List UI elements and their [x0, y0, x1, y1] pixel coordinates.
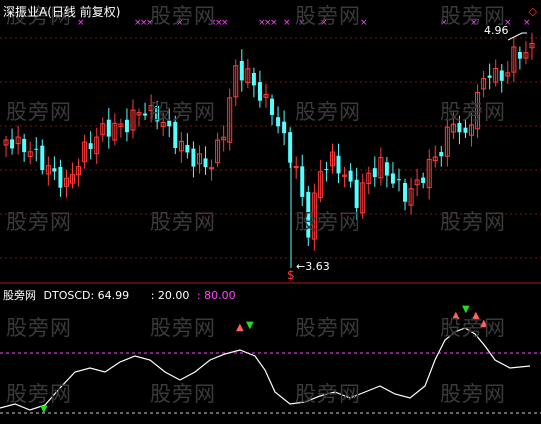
- indicator-legend: 股旁网 DTOSCD: 64.99 : 20.00 : 80.00: [3, 287, 240, 303]
- candle-body-down: [52, 168, 57, 172]
- candle-body-down: [282, 121, 287, 134]
- signal-x-icon: ×: [221, 18, 229, 28]
- candle-body-down: [463, 127, 468, 133]
- watermark: 股旁网: [6, 316, 72, 340]
- watermark: 股旁网: [440, 100, 506, 124]
- signal-x-icon: ×: [283, 18, 291, 28]
- chart-title: 深振业A(日线 前复权): [3, 3, 120, 20]
- indicator-name: DTOSCD: 64.99: [43, 289, 130, 302]
- watermark: 股旁网: [150, 4, 216, 28]
- candle-body-down: [124, 119, 129, 133]
- watermark: 股旁网: [440, 382, 506, 406]
- level-20-label: : 20.00: [150, 289, 190, 302]
- stock-name: 深振业A: [3, 5, 48, 19]
- watermark: 股旁网: [150, 382, 216, 406]
- candle-body-down: [384, 162, 389, 176]
- candle-body-down: [300, 166, 305, 197]
- watermark: 股旁网: [295, 100, 361, 124]
- period-mode: (日线 前复权): [47, 5, 121, 19]
- low-price-label: ←3.63: [296, 260, 330, 273]
- candle-body-down: [390, 173, 395, 184]
- candle-body-down: [487, 75, 492, 78]
- candle-body-down: [40, 145, 45, 171]
- candle-body-down: [239, 60, 244, 81]
- candle-body-down: [58, 166, 63, 188]
- level-80-label: : 80.00: [196, 289, 236, 302]
- watermark: 股旁网: [440, 210, 506, 234]
- candle-body-down: [348, 170, 353, 182]
- high-arrow: [507, 32, 527, 41]
- signal-arrow-icon: ▲: [236, 322, 244, 333]
- candle-body-down: [336, 155, 341, 174]
- watermark: 股旁网: [6, 100, 72, 124]
- candle-body-down: [403, 182, 408, 202]
- candle-body-down: [191, 148, 196, 167]
- candle-body-down: [439, 152, 444, 157]
- candle-body-down: [22, 138, 27, 153]
- candle-body-down: [499, 70, 504, 81]
- watermark: 股旁网: [150, 100, 216, 124]
- candle-body-down: [288, 132, 293, 163]
- signal-arrow-icon: ▼: [246, 320, 254, 331]
- candle-body-down: [396, 179, 401, 181]
- low-marker-icon: $: [287, 268, 295, 282]
- candle-body-down: [203, 158, 208, 168]
- signal-x-icon: ×: [360, 18, 368, 28]
- candle-body-down: [10, 139, 15, 149]
- watermark: 股旁网: [6, 210, 72, 234]
- candle-body-down: [276, 117, 281, 127]
- indicator-source: 股旁网: [3, 289, 36, 302]
- candle-body-down: [143, 113, 148, 116]
- watermark: 股旁网: [6, 382, 72, 406]
- candle-body-down: [251, 72, 256, 86]
- watermark: 股旁网: [295, 210, 361, 234]
- candle-body-down: [324, 169, 329, 171]
- watermark: 股旁网: [150, 316, 216, 340]
- candle-body-down: [185, 145, 190, 153]
- corner-diamond-icon[interactable]: ◇: [529, 5, 537, 18]
- candle-body-down: [372, 168, 377, 178]
- signal-x-icon: ×: [270, 18, 278, 28]
- watermark: 股旁网: [150, 210, 216, 234]
- low-price-value: 3.63: [305, 260, 330, 273]
- candle-body-down: [106, 119, 111, 137]
- candle-body-down: [88, 143, 93, 149]
- high-price-label: 4.96: [484, 24, 509, 37]
- candle-body-down: [354, 179, 359, 208]
- candle-body-down: [421, 177, 426, 183]
- candle-body-down: [34, 148, 39, 150]
- watermark: 股旁网: [440, 316, 506, 340]
- candle-body-down: [270, 98, 275, 115]
- candle-body-down: [517, 51, 522, 59]
- candle-body-down: [257, 82, 262, 101]
- signal-x-icon: ×: [523, 18, 531, 28]
- watermark: 股旁网: [295, 382, 361, 406]
- watermark: 股旁网: [295, 4, 361, 28]
- watermark: 股旁网: [295, 316, 361, 340]
